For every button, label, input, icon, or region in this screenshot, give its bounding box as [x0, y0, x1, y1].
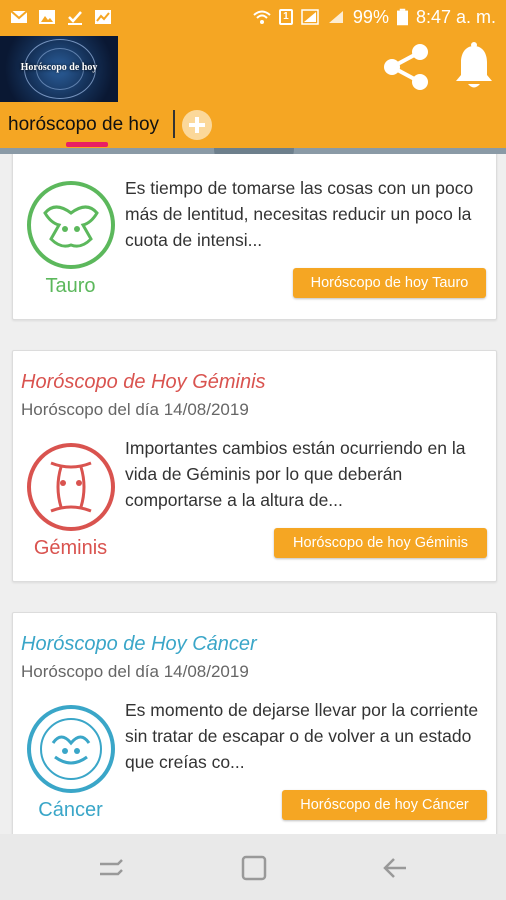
sign-name: Cáncer [38, 799, 103, 821]
bell-icon[interactable] [452, 42, 496, 92]
sim-icon: 1 [278, 9, 293, 25]
horoscope-card-tauro: Tauro Es tiempo de tomarse las cosas con… [12, 154, 497, 320]
horoscope-description: Es momento de dejarse llevar por la corr… [125, 700, 479, 772]
signal-icon [301, 9, 319, 25]
tab-indicator [66, 142, 108, 147]
horoscope-card-geminis: Horóscopo de Hoy Géminis Horóscopo del d… [12, 350, 497, 582]
clock: 8:47 a. m. [415, 6, 496, 27]
notification-icons [10, 9, 112, 25]
back-icon[interactable] [380, 854, 410, 882]
mail-icon [10, 10, 28, 23]
card-title[interactable]: Horóscopo de Hoy Cáncer [21, 633, 257, 656]
app-logo[interactable]: Horóscopo de hoy [0, 36, 118, 102]
chart-app-icon [95, 10, 111, 24]
tab-horoscopo-de-hoy[interactable]: horóscopo de hoy [8, 114, 159, 136]
wifi-icon [253, 10, 271, 24]
image-icon [39, 10, 55, 24]
status-bar: 1 99% 8:47 a. m. [0, 0, 506, 34]
tauro-horoscope-button[interactable]: Horóscopo de hoy Tauro [293, 268, 486, 298]
cancer-horoscope-button[interactable]: Horóscopo de hoy Cáncer [282, 790, 487, 820]
add-tab-button[interactable] [182, 110, 212, 140]
gemini-icon [27, 443, 115, 531]
sign-name: Tauro [45, 275, 96, 297]
share-icon[interactable] [380, 42, 432, 92]
system-nav-bar [0, 834, 506, 900]
system-icons: 1 99% 8:47 a. m. [253, 7, 496, 28]
horoscope-card-cancer: Horóscopo de Hoy Cáncer Horóscopo del dí… [12, 612, 497, 834]
battery-icon [396, 8, 408, 26]
horoscope-description: Es tiempo de tomarse las cosas con un po… [125, 178, 474, 250]
card-date: Horóscopo del día 14/08/2019 [21, 400, 249, 419]
horoscope-description: Importantes cambios están ocurriendo en … [125, 438, 466, 510]
tab-bar: horóscopo de hoy [0, 102, 506, 148]
tab-separator [173, 110, 175, 138]
battery-percent: 99% [352, 6, 389, 27]
logo-text: Horóscopo de hoy [20, 62, 98, 73]
signal-2-icon [328, 11, 343, 23]
geminis-horoscope-button[interactable]: Horóscopo de hoy Géminis [274, 528, 487, 558]
home-icon[interactable] [239, 854, 269, 882]
taurus-icon [27, 181, 115, 269]
cancer-icon [27, 705, 115, 793]
download-done-icon [68, 11, 82, 25]
card-title[interactable]: Horóscopo de Hoy Géminis [21, 371, 266, 394]
recents-icon[interactable] [96, 854, 126, 882]
app-bar: Horóscopo de hoy [0, 34, 506, 102]
sign-name: Géminis [33, 537, 108, 559]
card-date: Horóscopo del día 14/08/2019 [21, 662, 249, 681]
horoscope-list[interactable]: Tauro Es tiempo de tomarse las cosas con… [0, 154, 506, 834]
